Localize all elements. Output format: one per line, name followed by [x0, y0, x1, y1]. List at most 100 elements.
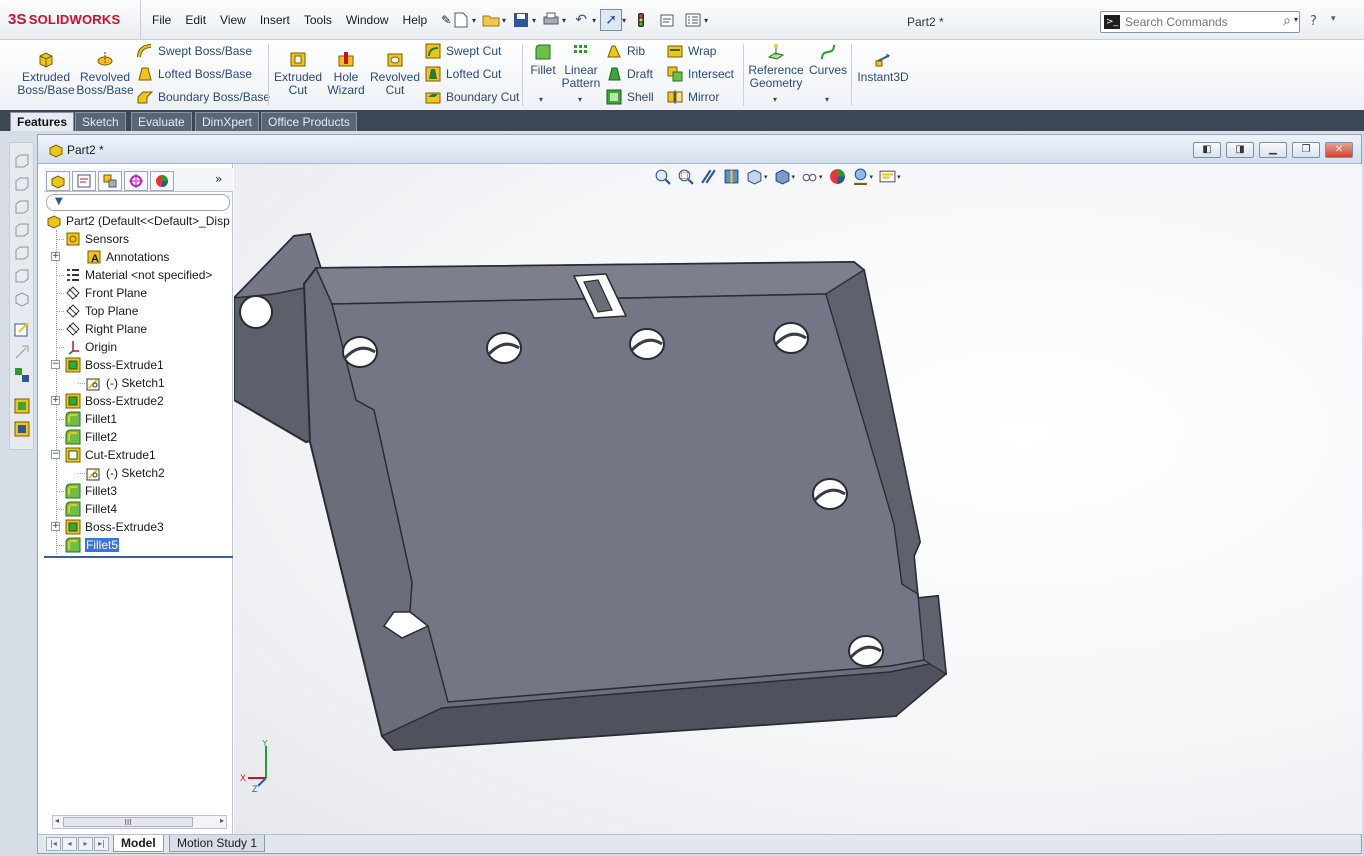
dimxpert-manager-tab[interactable] [124, 171, 148, 191]
menu-view[interactable]: View [213, 9, 253, 31]
boss-feature-icon[interactable] [14, 398, 30, 414]
open-caret-icon[interactable]: ▾ [502, 16, 506, 25]
tree-node-sensors[interactable]: Sensors [65, 230, 129, 248]
front-view-icon[interactable] [14, 153, 30, 169]
tab-dimxpert[interactable]: DimXpert [195, 112, 260, 131]
right-view-icon[interactable] [14, 222, 30, 238]
lofted-boss-button[interactable]: Lofted Boss/Base [137, 66, 252, 82]
first-tab-icon[interactable]: |◂ [46, 837, 61, 851]
tree-node-origin[interactable]: Origin [65, 338, 117, 356]
save-icon[interactable] [510, 9, 532, 31]
print-caret-icon[interactable]: ▾ [562, 16, 566, 25]
scroll-thumb[interactable]: III [63, 817, 193, 827]
tree-node-annotations[interactable]: A Annotations [86, 248, 169, 266]
help-caret-icon[interactable]: ▾ [1331, 14, 1336, 24]
solidworks-logo[interactable]: 3S SOLIDWORKS [8, 11, 120, 28]
instant3d-button[interactable]: Instant3D [856, 50, 910, 84]
tree-root-part[interactable]: Part2 (Default<<Default>_Disp [46, 212, 230, 230]
display-manager-tab[interactable] [150, 171, 174, 191]
tree-node-top-plane[interactable]: Top Plane [65, 302, 138, 320]
next-tab-icon[interactable]: ▸ [78, 837, 93, 851]
tree-expander[interactable]: + [51, 522, 60, 531]
tree-node-boss-extrude3[interactable]: Boss-Extrude3 [65, 518, 164, 536]
tree-node-material-not-specified[interactable]: Material <not specified> [65, 266, 212, 284]
swept-boss-button[interactable]: Swept Boss/Base [137, 43, 252, 59]
menu-file[interactable]: File [145, 9, 178, 31]
reference-caret-icon[interactable]: ▾ [773, 95, 777, 104]
tab-office-products[interactable]: Office Products [261, 112, 357, 131]
tile-vertical-button[interactable]: ◨ [1226, 142, 1254, 158]
bottom-view-icon[interactable] [14, 268, 30, 284]
rib-button[interactable]: Rib [606, 43, 645, 59]
menu-tools[interactable]: Tools [297, 9, 339, 31]
tree-horizontal-scrollbar[interactable]: ◂ III ▸ [52, 815, 227, 829]
linear-pattern-button[interactable]: Linear Pattern [560, 43, 602, 90]
close-button[interactable]: ✕ [1325, 142, 1353, 158]
back-view-icon[interactable] [14, 176, 30, 192]
tree-expander[interactable]: + [51, 252, 60, 261]
cut-feature-icon[interactable] [14, 421, 30, 437]
tree-expander[interactable]: + [51, 396, 60, 405]
tree-expander[interactable]: − [51, 450, 60, 459]
new-caret-icon[interactable]: ▾ [472, 16, 476, 25]
last-tab-icon[interactable]: ▸| [94, 837, 109, 851]
revolved-boss-button[interactable]: Revolved Boss/Base [76, 50, 134, 97]
menu-window[interactable]: Window [339, 9, 396, 31]
tree-node-sketch2[interactable]: (-) Sketch2 [86, 464, 165, 482]
reference-geometry-button[interactable]: Reference Geometry [748, 43, 804, 90]
shell-button[interactable]: Shell [606, 89, 654, 105]
graphics-area[interactable]: ▾ ▾ ▾ ▾ ▾ Y X Z [234, 164, 1362, 834]
select-arrow-icon[interactable]: ➚ [600, 9, 623, 31]
tree-node-fillet4[interactable]: Fillet4 [65, 500, 117, 518]
menu-insert[interactable]: Insert [253, 9, 297, 31]
extruded-cut-button[interactable]: Extruded Cut [272, 50, 324, 97]
tree-node-fillet2[interactable]: Fillet2 [65, 428, 117, 446]
file-properties-icon[interactable] [656, 9, 678, 31]
boundary-boss-button[interactable]: Boundary Boss/Base [137, 89, 270, 105]
new-document-icon[interactable] [450, 9, 472, 31]
print-icon[interactable] [540, 9, 562, 31]
tab-model[interactable]: Model [113, 835, 164, 852]
tile-horizontal-button[interactable]: ◧ [1193, 142, 1221, 158]
intersect-button[interactable]: Intersect [667, 66, 734, 82]
configuration-manager-tab[interactable] [98, 171, 122, 191]
tab-motion-study-1[interactable]: Motion Study 1 [169, 835, 266, 852]
prev-tab-icon[interactable]: ◂ [62, 837, 77, 851]
select-caret-icon[interactable]: ▾ [622, 16, 626, 25]
draft-button[interactable]: Draft [606, 66, 653, 82]
curves-caret-icon[interactable]: ▾ [825, 95, 829, 104]
relations-icon[interactable] [14, 367, 30, 383]
tree-node-sketch1[interactable]: (-) Sketch1 [86, 374, 165, 392]
smart-dimension-icon[interactable] [14, 344, 30, 360]
sketch-tool-icon[interactable] [14, 321, 30, 337]
feature-tree-tab[interactable] [46, 171, 70, 191]
tree-node-fillet3[interactable]: Fillet3 [65, 482, 117, 500]
help-icon[interactable]: ? [1310, 14, 1317, 29]
menu-help[interactable]: Help [396, 9, 435, 31]
menu-edit[interactable]: Edit [178, 9, 213, 31]
curves-button[interactable]: Curves [808, 43, 848, 77]
tree-node-right-plane[interactable]: Right Plane [65, 320, 147, 338]
tree-expander[interactable]: − [51, 360, 60, 369]
tree-filter[interactable]: ▼ [46, 194, 230, 211]
tree-node-fillet5[interactable]: Fillet5 [65, 536, 120, 554]
tree-node-boss-extrude1[interactable]: Boss-Extrude1 [65, 356, 164, 374]
tab-features[interactable]: Features [10, 112, 75, 131]
undo-icon[interactable]: ↶ [570, 9, 592, 31]
fillet-caret-icon[interactable]: ▾ [539, 95, 543, 104]
swept-cut-button[interactable]: Swept Cut [425, 43, 501, 59]
extruded-boss-button[interactable]: Extruded Boss/Base [16, 50, 76, 97]
scroll-left-icon[interactable]: ◂ [55, 816, 59, 825]
wrap-button[interactable]: Wrap [667, 43, 716, 59]
search-caret-icon[interactable]: ▾ [1294, 15, 1298, 24]
fillet-button[interactable]: Fillet [527, 43, 559, 77]
tree-node-boss-extrude2[interactable]: Boss-Extrude2 [65, 392, 164, 410]
tree-node-front-plane[interactable]: Front Plane [65, 284, 147, 302]
expand-panel-icon[interactable]: » [215, 172, 222, 186]
lofted-cut-button[interactable]: Lofted Cut [425, 66, 501, 82]
hole-wizard-button[interactable]: Hole Wizard [325, 50, 367, 97]
save-caret-icon[interactable]: ▾ [532, 16, 536, 25]
options-icon[interactable] [682, 9, 704, 31]
mirror-button[interactable]: Mirror [667, 89, 719, 105]
restore-button[interactable]: ❐ [1292, 142, 1320, 158]
